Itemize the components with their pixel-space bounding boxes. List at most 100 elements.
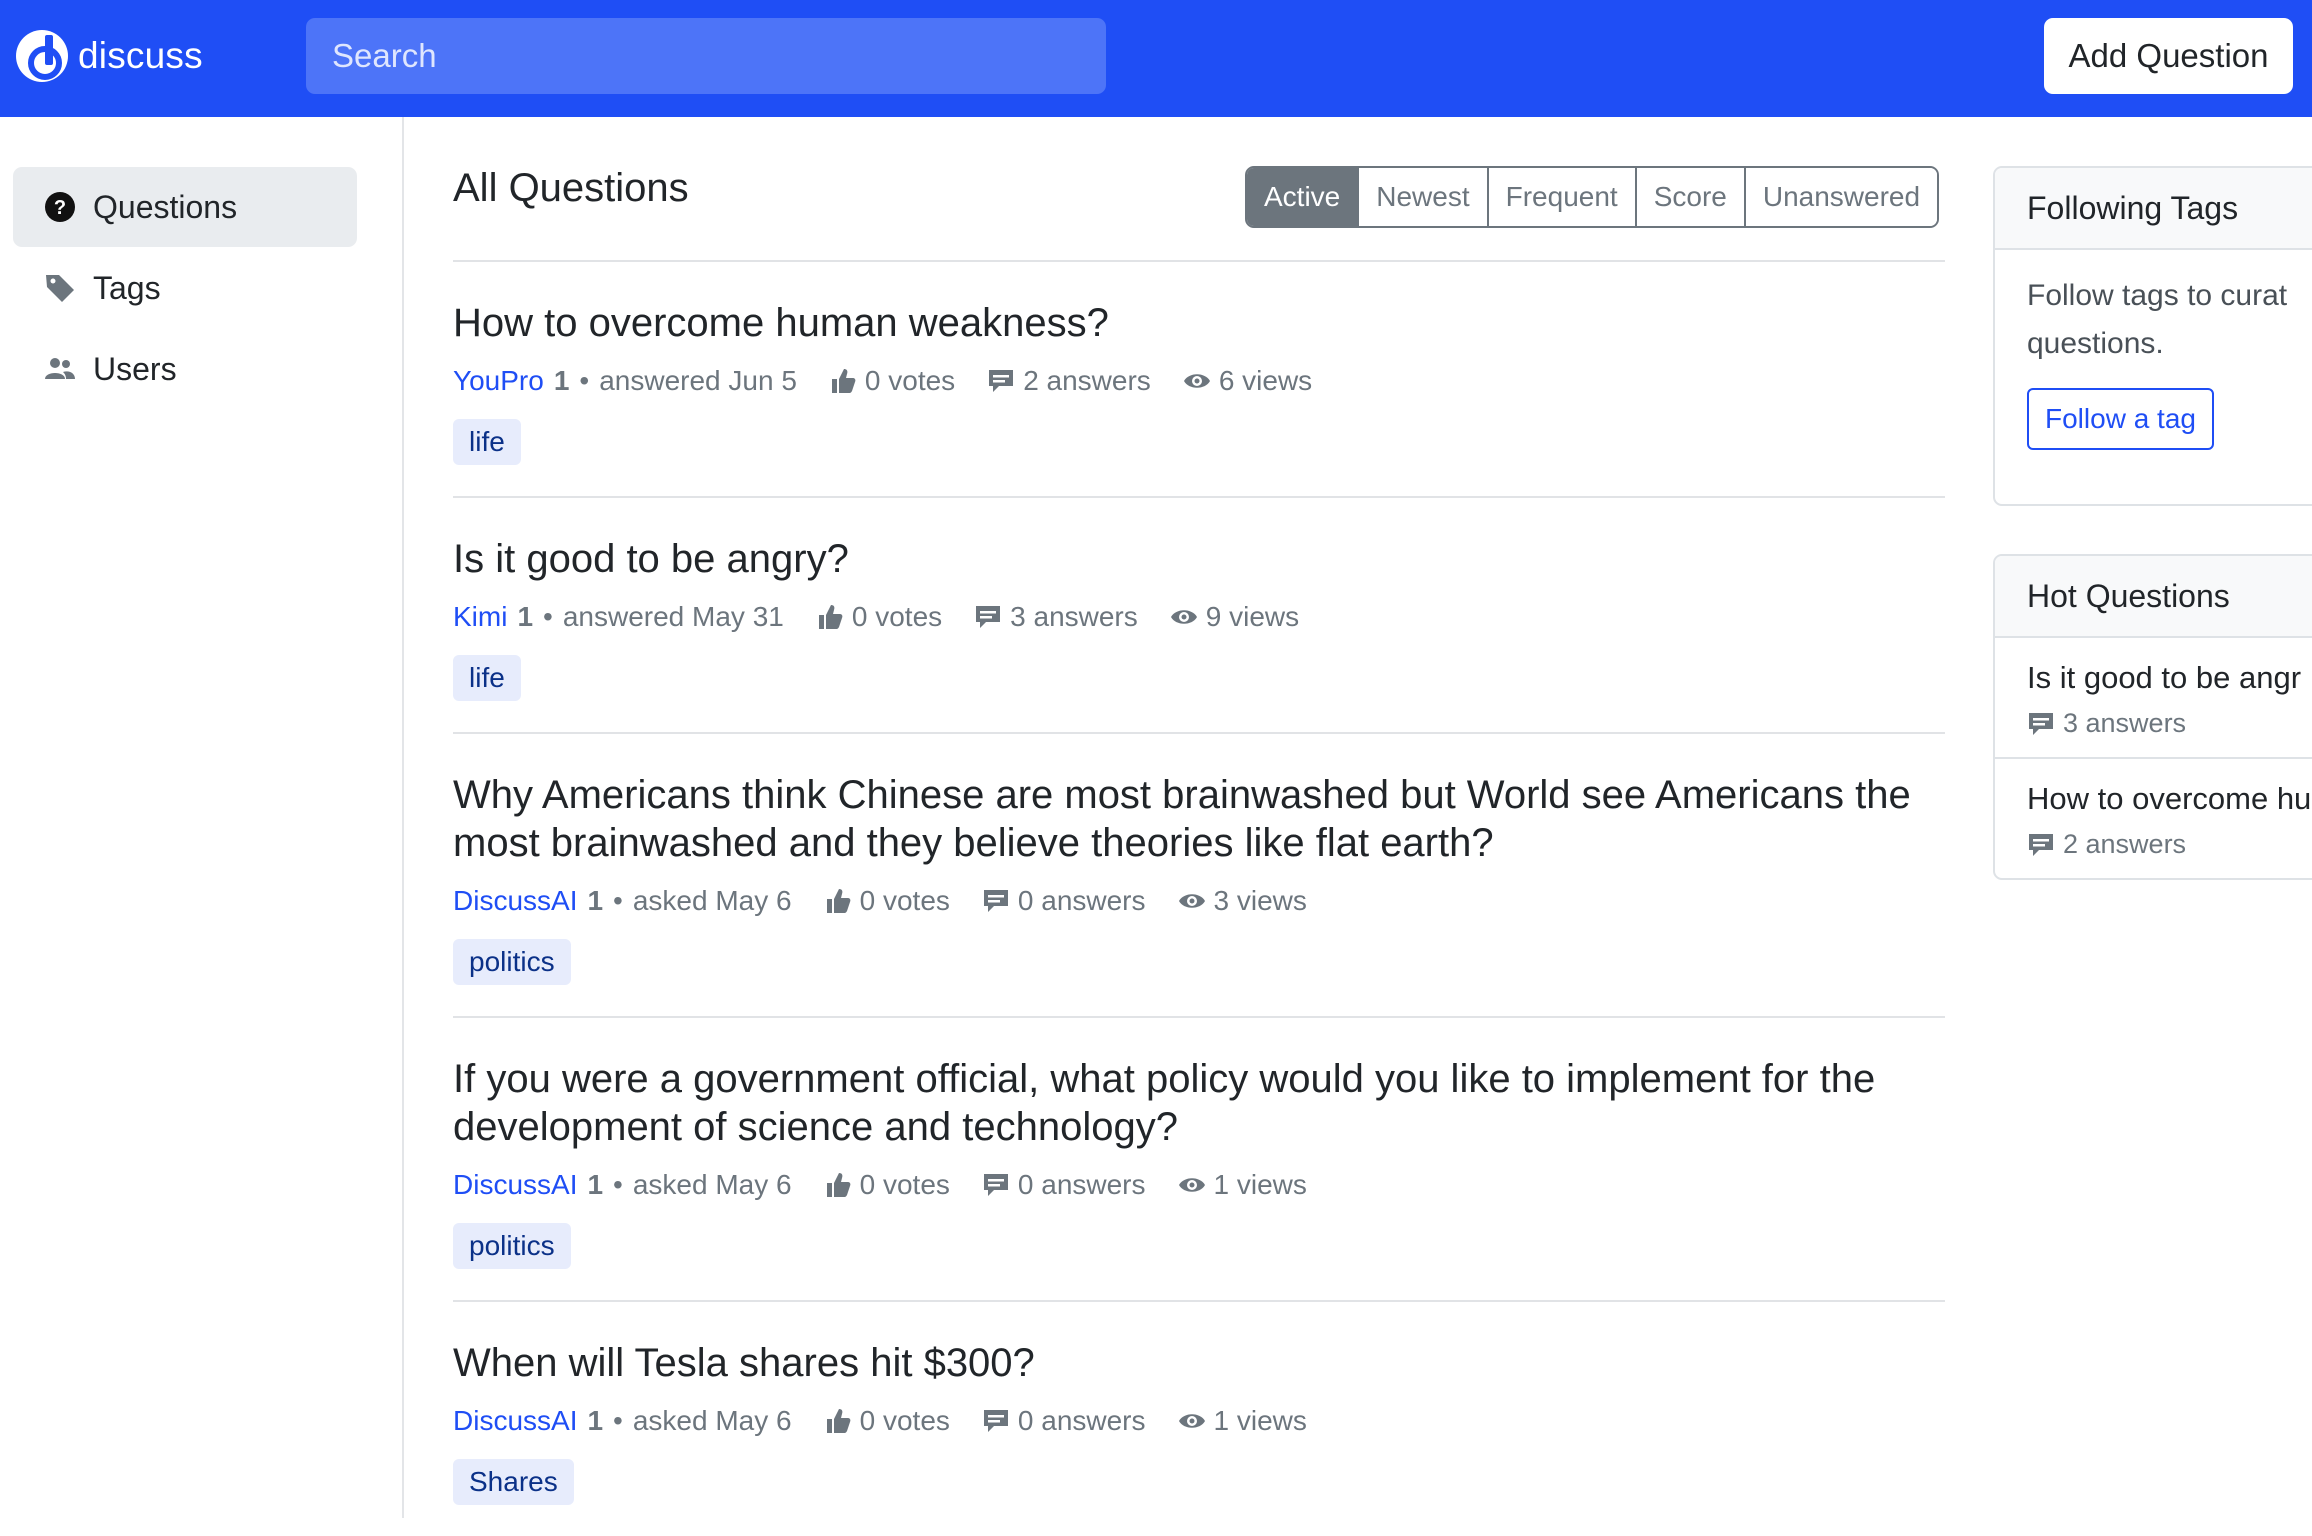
- question-circle-icon: ?: [43, 190, 77, 224]
- views-count: 3 views: [1213, 885, 1307, 916]
- search-input[interactable]: [306, 18, 1106, 94]
- question-title[interactable]: When will Tesla shares hit $300?: [453, 1339, 1945, 1387]
- question-item: Is it good to be angry? Kimi 1 • answere…: [453, 496, 1945, 732]
- activity-text: asked May 6: [632, 885, 792, 916]
- filter-active[interactable]: Active: [1247, 168, 1360, 226]
- question-title[interactable]: How to overcome human weakness?: [453, 299, 1945, 347]
- author-link[interactable]: DiscussAI: [453, 885, 577, 917]
- views-stat: 3 views: [1178, 885, 1307, 917]
- tag-badge[interactable]: politics: [453, 1223, 571, 1269]
- tag-icon: [43, 271, 77, 305]
- comment-icon: [983, 890, 1008, 912]
- comment-icon: [989, 370, 1014, 392]
- separator-dot: •: [543, 601, 553, 632]
- filter-score[interactable]: Score: [1636, 168, 1746, 226]
- reputation: 1: [517, 601, 534, 632]
- logo-icon: [16, 30, 68, 82]
- views-count: 1 views: [1213, 1405, 1307, 1436]
- hot-question-meta: 2 answers: [2027, 829, 2299, 860]
- author-link[interactable]: DiscussAI: [453, 1405, 577, 1437]
- votes-count: 0 votes: [851, 601, 943, 632]
- page-title: All Questions: [453, 166, 689, 210]
- answers-count: 3 answers: [1010, 601, 1138, 632]
- votes-count: 0 votes: [859, 885, 950, 916]
- sidebar-item-label: Tags: [93, 269, 161, 306]
- top-navbar: discuss Add Question: [0, 0, 2312, 117]
- hot-question-item[interactable]: How to overcome hu 2 answers: [1995, 759, 2312, 878]
- answers-count: 0 answers: [1017, 885, 1146, 916]
- answers-stat: 3 answers: [974, 601, 1138, 633]
- card-title: Following Tags: [1995, 168, 2312, 250]
- hot-question-meta: 3 answers: [2027, 708, 2299, 739]
- views-stat: 6 views: [1183, 365, 1312, 397]
- reputation: 1: [553, 365, 570, 396]
- card-title: Hot Questions: [1995, 556, 2312, 638]
- separator-dot: •: [579, 365, 590, 396]
- question-item: Why Americans think Chinese are most bra…: [453, 732, 1945, 1016]
- tag-badge[interactable]: life: [453, 655, 521, 701]
- question-item: When will Tesla shares hit $300? Discuss…: [453, 1300, 1945, 1536]
- svg-text:?: ?: [54, 197, 66, 219]
- question-title[interactable]: Is it good to be angry?: [453, 535, 1945, 583]
- sidebar-item-users[interactable]: Users: [13, 329, 357, 409]
- tag-badge[interactable]: politics: [453, 939, 571, 985]
- activity-text: answered May 31: [562, 601, 784, 632]
- activity-text: asked May 6: [632, 1169, 792, 1200]
- question-meta: YouPro 1 • answered Jun 5 0 votes 2 answ…: [453, 361, 1945, 401]
- follow-tag-button[interactable]: Follow a tag: [2027, 388, 2214, 450]
- filter-unanswered[interactable]: Unanswered: [1745, 168, 1938, 226]
- hot-question-title[interactable]: How to overcome hu: [2027, 781, 2311, 817]
- author-link[interactable]: DiscussAI: [453, 1169, 577, 1201]
- thumbs-up-icon: [818, 605, 843, 629]
- answers-count: 2 answers: [1023, 365, 1151, 396]
- votes-count: 0 votes: [859, 1405, 950, 1436]
- add-question-button[interactable]: Add Question: [2044, 18, 2293, 94]
- thumbs-up-icon: [826, 889, 851, 913]
- hot-question-answers: 2 answers: [2063, 829, 2187, 859]
- reputation: 1: [587, 885, 604, 916]
- answers-stat: 0 answers: [982, 1169, 1146, 1201]
- hot-question-item[interactable]: Is it good to be angr 3 answers: [1995, 638, 2312, 759]
- votes-stat: 0 votes: [824, 1169, 950, 1201]
- votes-count: 0 votes: [859, 1169, 950, 1200]
- separator-dot: •: [613, 1169, 623, 1200]
- question-title[interactable]: Why Americans think Chinese are most bra…: [453, 771, 1945, 867]
- votes-stat: 0 votes: [816, 601, 942, 633]
- author-link[interactable]: Kimi: [453, 601, 507, 633]
- views-count: 9 views: [1205, 601, 1300, 632]
- sidebar-item-tags[interactable]: Tags: [13, 248, 357, 328]
- following-tags-card: Following Tags Follow tags to curat ques…: [1993, 166, 2312, 506]
- hot-question-title[interactable]: Is it good to be angr: [2027, 660, 2301, 696]
- users-icon: [43, 352, 77, 386]
- thumbs-up-icon: [826, 1173, 851, 1197]
- following-tags-body: Follow tags to curat questions. Follow a…: [1995, 250, 2312, 478]
- logo[interactable]: discuss: [16, 30, 203, 82]
- votes-stat: 0 votes: [829, 365, 955, 397]
- author-link[interactable]: YouPro: [453, 365, 544, 397]
- votes-stat: 0 votes: [824, 1405, 950, 1437]
- sidebar-item-questions[interactable]: ? Questions: [13, 167, 357, 247]
- eye-icon: [1170, 610, 1197, 624]
- question-item: If you were a government official, what …: [453, 1016, 1945, 1300]
- left-sidebar: ? Questions Tags Users: [0, 117, 404, 1518]
- activity-text: asked May 6: [632, 1405, 792, 1436]
- sidebar-item-label: Questions: [93, 188, 238, 225]
- tag-badge[interactable]: Shares: [453, 1459, 574, 1505]
- question-title[interactable]: If you were a government official, what …: [453, 1055, 1945, 1151]
- eye-icon: [1178, 1178, 1205, 1192]
- eye-icon: [1178, 1414, 1205, 1428]
- question-meta: DiscussAI 1 • asked May 6 0 votes 0 answ…: [453, 881, 1945, 921]
- hot-questions-card: Hot Questions Is it good to be angr 3 an…: [1993, 554, 2312, 880]
- comment-icon: [2029, 712, 2053, 735]
- sidebar-item-label: Users: [93, 350, 177, 387]
- filter-newest[interactable]: Newest: [1359, 168, 1489, 226]
- question-list: How to overcome human weakness? YouPro 1…: [453, 260, 1945, 1536]
- reputation: 1: [587, 1405, 604, 1436]
- filter-frequent[interactable]: Frequent: [1488, 168, 1637, 226]
- views-count: 6 views: [1218, 365, 1313, 396]
- separator-dot: •: [613, 1405, 623, 1436]
- views-stat: 1 views: [1178, 1405, 1307, 1437]
- tag-badge[interactable]: life: [453, 419, 521, 465]
- following-tags-text-line1: Follow tags to curat: [2027, 279, 2288, 312]
- comment-icon: [2029, 833, 2053, 856]
